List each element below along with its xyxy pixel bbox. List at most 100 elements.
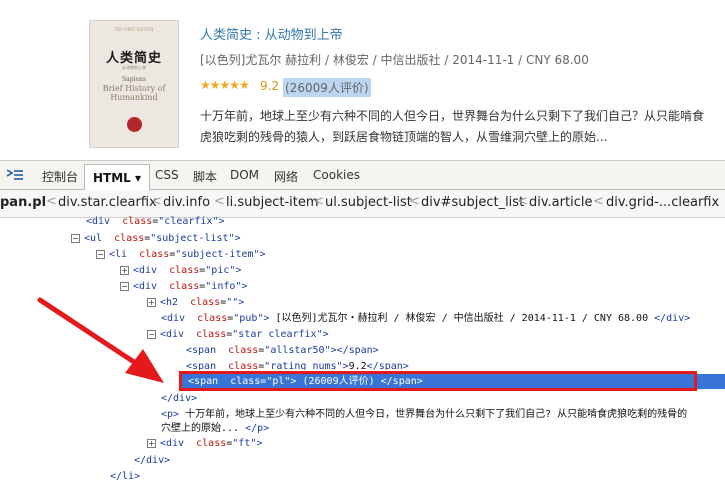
annotation-highlight-box [179, 371, 697, 391]
attr-value: "pub" [233, 313, 264, 324]
tree-node[interactable]: </li> [110, 469, 140, 484]
cover-seal-icon [127, 117, 142, 132]
tree-node[interactable]: <span class="rating_nums">9.2</span> [186, 359, 409, 370]
book-cover-image[interactable]: TOP FIRST EDITION 人类简史 从动物到上帝 Sapiens Br… [89, 20, 179, 148]
breadcrumb-item[interactable]: div#subject_list [421, 195, 524, 210]
cover-sapiens: Sapiens [122, 76, 146, 83]
tree-node[interactable]: <div class="clearfix"> [86, 214, 225, 229]
tag-end: </p> [245, 423, 270, 434]
tree-node[interactable]: </div> [161, 391, 197, 406]
breadcrumb-separator: < [593, 194, 604, 209]
tag-open: <div [133, 265, 158, 276]
tree-node[interactable]: <div class="pub"> [以色列]尤瓦尔・赫拉利 / 林俊宏 / 中… [161, 311, 690, 326]
attr-name: class [169, 265, 200, 276]
attr-name: class [228, 361, 259, 370]
node-text: 9.2 [348, 361, 367, 370]
tree-node[interactable]: <span class="allstar50"></span> [186, 343, 379, 358]
tag-close: > [234, 233, 241, 244]
tag-close: > [259, 249, 266, 260]
tag-open: <div [160, 329, 185, 340]
tag-open: <div [161, 313, 186, 324]
tree-node[interactable]: + <h2 class=""> [147, 295, 244, 310]
book-intro: 十万年前，地球上至少有六种不同的人但今日，世界舞台为什么只剩下了我们自己？从只能… [200, 109, 705, 144]
breadcrumb-item[interactable]: li.subject-item [226, 195, 319, 210]
tag-open: <span [186, 345, 217, 356]
attr-name: class [169, 281, 200, 292]
tree-node[interactable]: − <ul class="subject-list"> [71, 231, 241, 246]
collapse-toggle-icon[interactable]: − [120, 281, 129, 291]
attr-name: class [197, 313, 228, 324]
book-pub-info: [以色列]尤瓦尔 赫拉利 / 林俊宏 / 中信出版社 / 2014-11-1 /… [200, 53, 589, 67]
cover-title: 人类简史 [105, 51, 162, 66]
breadcrumb-separator: < [214, 194, 225, 209]
book-title-link[interactable]: 人类简史 : 从动物到上帝 [200, 24, 343, 43]
expand-toggle-icon[interactable]: + [147, 438, 156, 448]
selection-highlight [697, 374, 725, 389]
breadcrumb-item[interactable]: ul.subject-list [325, 195, 412, 210]
attr-value: "info" [205, 281, 242, 292]
tab-network[interactable]: 网络 [274, 168, 298, 185]
breadcrumb-item[interactable]: div.grid-...clearfix [606, 195, 719, 210]
attr-name: class [196, 329, 227, 340]
tag-open: <ul [84, 233, 103, 244]
rating-stars-icon: ★★★★★ [200, 78, 250, 92]
tree-node[interactable]: <p> 十万年前，地球上至少有六种不同的人但今日，世界舞台为什么只剩下了我们自己… [161, 407, 687, 422]
inspect-element-icon[interactable] [6, 168, 24, 182]
attr-value: "subject-list" [150, 233, 235, 244]
breadcrumb-item[interactable]: div.star.clearfix [58, 195, 157, 210]
breadcrumb-item[interactable]: div.info [163, 195, 210, 210]
tag-open: <div [86, 216, 111, 227]
tab-cookies[interactable]: Cookies [313, 168, 360, 182]
rating-score: 9.2 [260, 79, 280, 93]
tag-end: </div> [134, 455, 171, 466]
html-tree-panel: <div class="clearfix"> − <ul class="subje… [0, 216, 725, 488]
breadcrumb-separator: < [46, 194, 57, 209]
attr-name: class [190, 297, 221, 308]
tag-end: </span> [336, 345, 379, 356]
attr-value: "clearfix" [158, 216, 219, 227]
book-title: 人类简史 [200, 28, 253, 43]
breadcrumb-separator: < [151, 194, 162, 209]
attr-value: "pic" [205, 265, 236, 276]
node-text: [以色列]尤瓦尔・赫拉利 / 林俊宏 / 中信出版社 / 2014-11-1 /… [269, 313, 655, 324]
collapse-toggle-icon[interactable]: − [96, 249, 105, 259]
collapse-toggle-icon[interactable]: − [71, 233, 80, 243]
breadcrumb-item[interactable]: div.article [529, 195, 592, 210]
tag-end: </li> [110, 471, 141, 482]
node-text: 穴壁上的原始... [161, 423, 246, 434]
breadcrumb-separator: < [313, 194, 324, 209]
tree-node[interactable]: − <div class="info"> [120, 279, 247, 294]
attr-name: class [139, 249, 170, 260]
tree-node[interactable]: + <div class="pic"> [120, 263, 241, 278]
collapse-toggle-icon[interactable]: − [147, 329, 156, 339]
tag-end: </div> [654, 313, 691, 324]
tag-open: <p [161, 409, 174, 420]
breadcrumb-item[interactable]: pan.pl [0, 195, 46, 210]
attr-value: "" [226, 297, 239, 308]
attr-name: class [114, 233, 145, 244]
tab-script[interactable]: 脚本 [193, 168, 217, 185]
expand-toggle-icon[interactable]: + [120, 265, 129, 275]
cover-subtitle: 从动物到上帝 [122, 65, 146, 70]
tab-html[interactable]: HTML ▾ [84, 164, 151, 191]
tree-node[interactable]: </div> [134, 453, 170, 468]
tag-close: > [218, 216, 225, 227]
expand-toggle-icon[interactable]: + [147, 297, 156, 307]
tab-dom[interactable]: DOM [230, 168, 259, 182]
attr-value: "ft" [232, 438, 257, 449]
tab-console[interactable]: 控制台 [42, 168, 78, 185]
tree-node-continued: 穴壁上的原始... </p> [161, 421, 269, 436]
tree-node[interactable]: − <li class="subject-item"> [96, 247, 266, 262]
tree-node[interactable]: − <div class="star clearfix"> [147, 327, 329, 342]
tab-css[interactable]: CSS [155, 168, 179, 182]
attr-value: "rating_nums" [264, 361, 343, 370]
tag-close: > [238, 297, 245, 308]
tag-open: <li [109, 249, 128, 260]
book-subtitle: : 从动物到上帝 [252, 28, 343, 43]
attr-value: "star clearfix" [232, 329, 323, 340]
breadcrumb-separator: < [517, 194, 528, 209]
attr-value: "subject-item" [175, 249, 260, 260]
tag-open: <span [186, 361, 217, 370]
tag-open: <div [133, 281, 158, 292]
tree-node[interactable]: + <div class="ft"> [147, 436, 262, 451]
